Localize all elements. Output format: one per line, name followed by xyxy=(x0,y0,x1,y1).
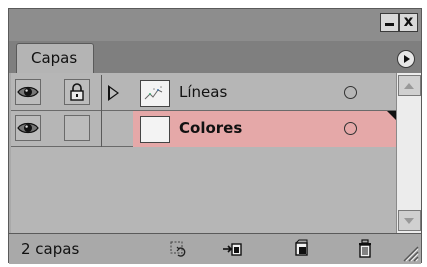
layer-row[interactable]: Líneas xyxy=(11,75,396,111)
vertical-scrollbar[interactable] xyxy=(396,73,421,233)
scroll-down-button[interactable] xyxy=(398,210,421,231)
lock-icon xyxy=(70,83,84,101)
layer-list: Líneas Colores xyxy=(11,73,396,233)
panel-menu-button[interactable] xyxy=(397,50,415,68)
lock-toggle[interactable] xyxy=(64,79,90,105)
title-bar[interactable]: x xyxy=(9,9,421,41)
layer-count: 2 capas xyxy=(21,240,80,258)
minimize-button[interactable] xyxy=(380,13,399,32)
resize-grip-icon[interactable] xyxy=(399,242,419,262)
tab-strip: Capas xyxy=(9,41,421,73)
expand-triangle-icon[interactable] xyxy=(108,85,119,101)
scroll-up-button[interactable] xyxy=(398,75,421,96)
tab-label: Capas xyxy=(31,49,78,67)
eye-icon xyxy=(17,122,39,134)
layer-thumbnail xyxy=(140,116,170,143)
visibility-toggle[interactable] xyxy=(15,115,41,141)
layer-name[interactable]: Líneas xyxy=(179,83,227,101)
link-layers-icon[interactable] xyxy=(169,239,189,259)
target-circle-icon[interactable] xyxy=(344,122,357,135)
panel-footer: 2 capas xyxy=(9,233,421,264)
close-button[interactable]: x xyxy=(399,12,418,32)
selected-corner-indicator xyxy=(387,111,396,120)
new-sublayer-icon[interactable] xyxy=(222,239,242,259)
new-layer-icon[interactable] xyxy=(292,239,312,259)
layers-panel: x Capas Líneas Colores 2 capas xyxy=(8,8,422,264)
tab-capas[interactable]: Capas xyxy=(16,43,94,73)
close-icon: x xyxy=(403,12,414,30)
layer-thumbnail xyxy=(140,80,170,107)
column-divider xyxy=(101,111,102,147)
lock-toggle[interactable] xyxy=(64,115,90,141)
thumbnail-sketch-icon xyxy=(144,86,163,100)
target-circle-icon[interactable] xyxy=(344,86,357,99)
delete-layer-icon[interactable] xyxy=(356,239,376,259)
layer-row-selected[interactable]: Colores xyxy=(11,111,396,147)
column-divider xyxy=(101,75,102,111)
layer-name[interactable]: Colores xyxy=(179,119,242,137)
visibility-toggle[interactable] xyxy=(15,79,41,105)
eye-icon xyxy=(17,86,39,98)
